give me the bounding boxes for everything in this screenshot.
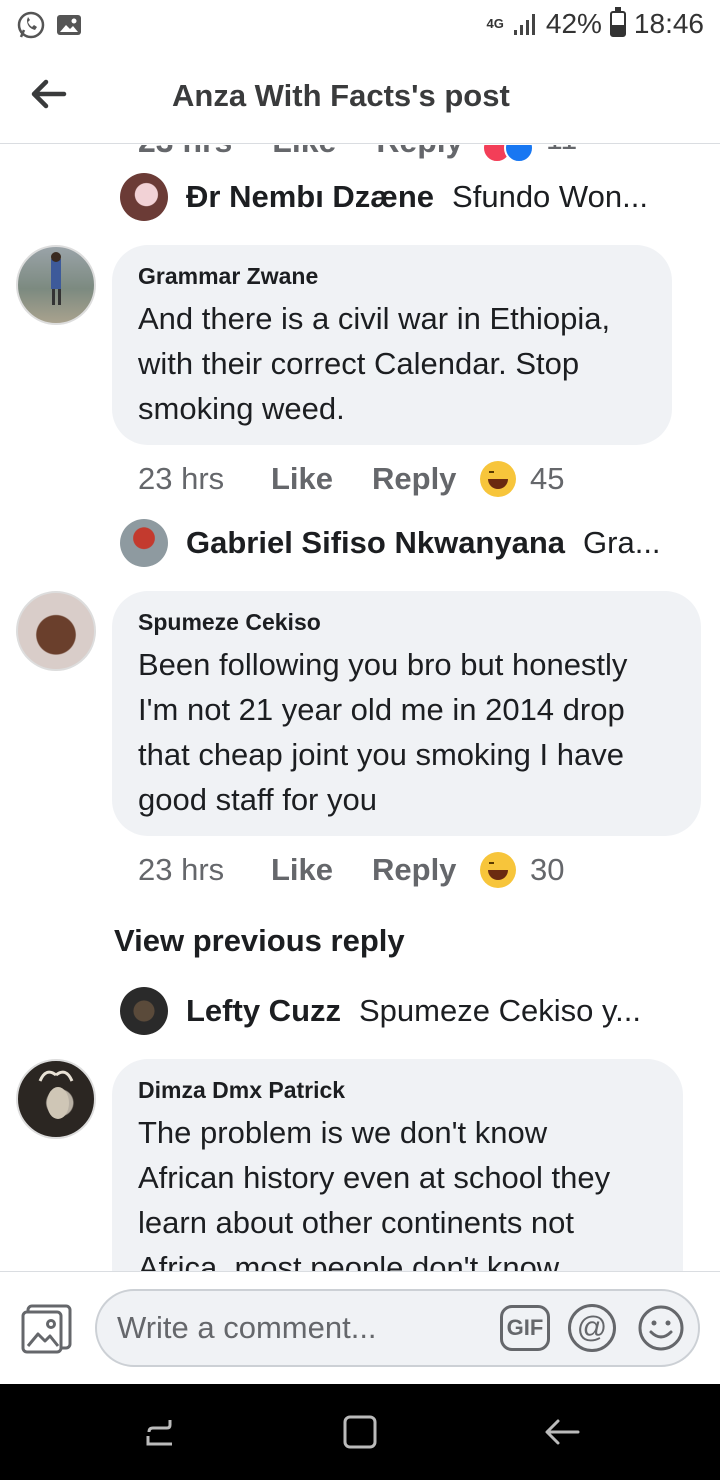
- reply-button[interactable]: Reply: [372, 852, 480, 888]
- reaction-count: 11: [546, 145, 577, 163]
- comment-line: Been following you bro but honestly: [138, 647, 628, 682]
- comment-line: African history even at school they: [138, 1160, 611, 1195]
- whatsapp-notification-icon: [17, 11, 45, 39]
- reply-button[interactable]: Reply: [372, 461, 480, 497]
- comment-text: The problem is we don't know African his…: [138, 1110, 657, 1271]
- like-button[interactable]: Like: [271, 852, 372, 888]
- page-title: Anza With Facts's post: [172, 78, 510, 113]
- reply-author[interactable]: Gabriel Sifiso Nkwanyana: [186, 525, 565, 561]
- reaction-count[interactable]: 45: [530, 461, 564, 497]
- reply-button[interactable]: Reply: [376, 145, 463, 160]
- signal-icon: [513, 14, 535, 35]
- network-type: 4G: [486, 16, 504, 31]
- battery-percent: 42%: [545, 8, 602, 39]
- mention-button[interactable]: @: [568, 1304, 616, 1352]
- gallery-notification-icon: [57, 15, 81, 35]
- comment-time: 23 hrs: [138, 852, 225, 887]
- reply-preview[interactable]: Gabriel Sifiso Nkwanyana Gra...: [120, 519, 661, 567]
- avatar[interactable]: [16, 1059, 96, 1139]
- comment-line: learn about other continents not: [138, 1205, 575, 1240]
- recent-apps-icon[interactable]: [140, 1412, 180, 1452]
- avatar[interactable]: [120, 987, 168, 1035]
- comment-actions: 23 hrs Like Reply 45: [138, 461, 564, 497]
- comment-bubble[interactable]: Dimza Dmx Patrick The problem is we don'…: [112, 1059, 683, 1271]
- cut-off-action-row: 23 hrs Like Reply: [138, 145, 463, 160]
- avatar[interactable]: [120, 519, 168, 567]
- like-reaction-icon: [504, 145, 534, 163]
- comment-line: And there is a civil war in Ethiopia,: [138, 301, 611, 336]
- reaction-icons: 11: [482, 145, 577, 163]
- avatar[interactable]: [120, 173, 168, 221]
- emoji-icon[interactable]: [637, 1304, 685, 1352]
- battery-icon: [609, 7, 626, 37]
- comment-input[interactable]: [117, 1305, 487, 1351]
- avatar[interactable]: [16, 591, 96, 671]
- back-icon[interactable]: [542, 1412, 582, 1452]
- gif-button[interactable]: GIF: [500, 1305, 550, 1351]
- reply-preview[interactable]: Lefty Cuzz Spumeze Cekiso y...: [120, 987, 641, 1035]
- comment-author[interactable]: Grammar Zwane: [138, 263, 646, 290]
- avatar[interactable]: [16, 245, 96, 325]
- person-silhouette-icon: [51, 252, 61, 305]
- reaction-count[interactable]: 30: [530, 852, 564, 888]
- post-header: Anza With Facts's post: [0, 50, 720, 144]
- reply-snippet: Spumeze Cekiso y...: [359, 993, 641, 1028]
- haha-reaction-icon[interactable]: [480, 852, 516, 888]
- comment-input-container[interactable]: GIF @: [95, 1289, 700, 1367]
- comment-line: Africa, most people don't know: [138, 1250, 560, 1271]
- view-previous-reply-link[interactable]: View previous reply: [114, 923, 405, 959]
- comment-actions: 23 hrs Like Reply 30: [138, 852, 564, 888]
- comment-text: And there is a civil war in Ethiopia, wi…: [138, 296, 646, 431]
- comment-author[interactable]: Spumeze Cekiso: [138, 609, 675, 636]
- goat-silhouette-icon: [38, 1070, 74, 1119]
- system-navigation-bar: [0, 1384, 720, 1480]
- photo-gallery-icon[interactable]: [20, 1302, 74, 1356]
- comment-line: with their correct Calendar. Stop: [138, 346, 580, 381]
- reply-author[interactable]: Đr Nembı Dzæne: [186, 179, 434, 215]
- comment-time: 23 hrs: [138, 461, 225, 496]
- comment-time: 23 hrs: [138, 145, 232, 160]
- clock: 18:46: [633, 8, 704, 39]
- like-button[interactable]: Like: [272, 145, 336, 160]
- reply-snippet: Sfundo Won...: [452, 179, 648, 214]
- comment-line: that cheap joint you smoking I have: [138, 737, 624, 772]
- comment-author[interactable]: Dimza Dmx Patrick: [138, 1077, 657, 1104]
- haha-reaction-icon[interactable]: [480, 461, 516, 497]
- like-button[interactable]: Like: [271, 461, 372, 497]
- reply-author[interactable]: Lefty Cuzz: [186, 993, 341, 1029]
- reply-preview[interactable]: Đr Nembı Dzæne Sfundo Won...: [120, 173, 648, 221]
- comment-bubble[interactable]: Grammar Zwane And there is a civil war i…: [112, 245, 672, 445]
- status-bar: 4G 42% 18:46: [0, 0, 720, 50]
- comments-feed[interactable]: 23 hrs Like Reply 11 Đr Nembı Dzæne Sfun…: [0, 145, 720, 1271]
- comment-bubble[interactable]: Spumeze Cekiso Been following you bro bu…: [112, 591, 701, 836]
- comment-text: Been following you bro but honestly I'm …: [138, 642, 675, 822]
- comment-line: The problem is we don't know: [138, 1115, 548, 1150]
- reply-snippet: Gra...: [583, 525, 661, 560]
- comment-line: good staff for you: [138, 782, 377, 817]
- comment-line: I'm not 21 year old me in 2014 drop: [138, 692, 625, 727]
- back-arrow-icon[interactable]: [26, 72, 70, 116]
- comment-line: smoking weed.: [138, 391, 345, 426]
- home-icon[interactable]: [340, 1412, 380, 1452]
- comment-composer: GIF @: [0, 1271, 720, 1384]
